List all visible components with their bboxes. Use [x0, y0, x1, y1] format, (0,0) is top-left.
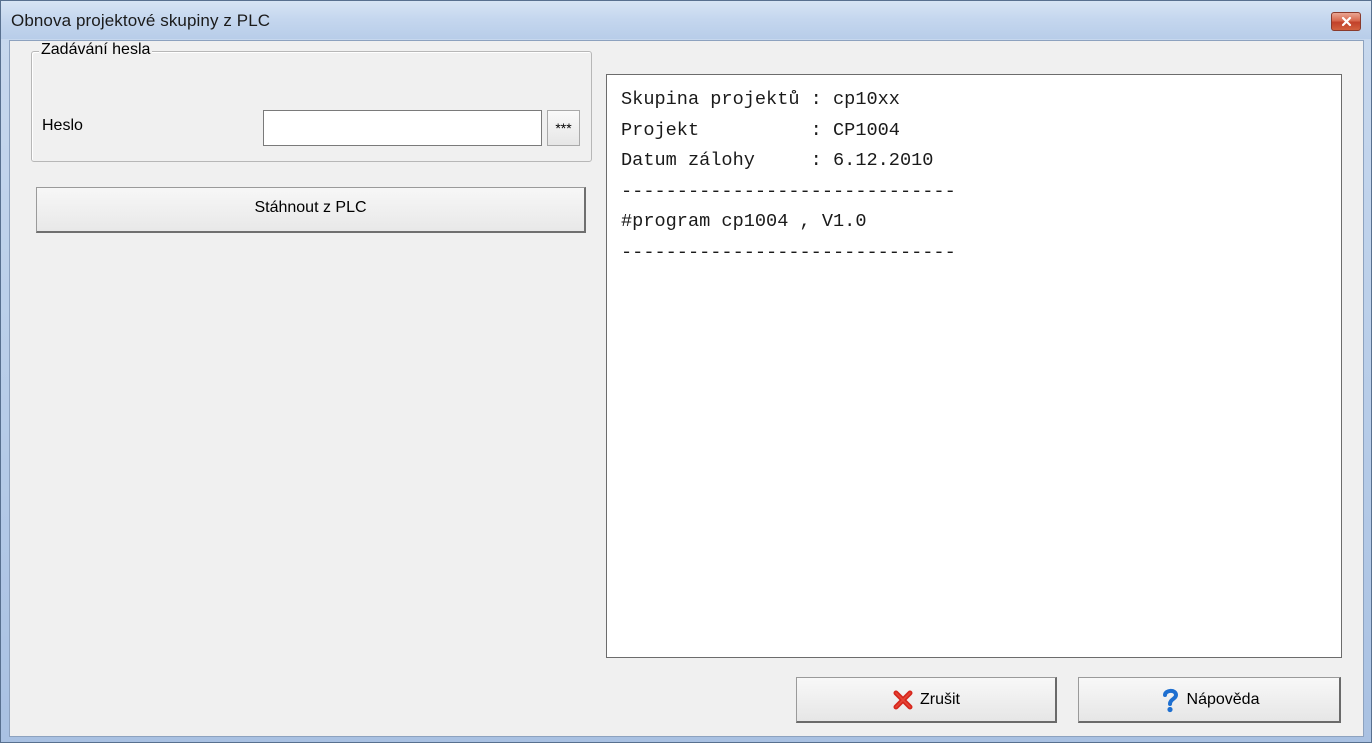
info-line-project: Projekt : CP1004: [621, 119, 900, 141]
help-button-label: Nápověda: [1186, 690, 1260, 708]
password-group-legend: Zadávání hesla: [39, 41, 153, 59]
show-password-button[interactable]: ***: [547, 110, 580, 146]
download-from-plc-button[interactable]: Stáhnout z PLC: [36, 187, 586, 233]
info-line-group: Skupina projektů : cp10xx: [621, 89, 900, 110]
cancel-button-label: Zrušit: [920, 690, 960, 708]
title-bar[interactable]: Obnova projektové skupiny z PLC: [1, 1, 1371, 39]
info-separator: ------------------------------: [621, 180, 956, 202]
password-input[interactable]: [263, 110, 542, 146]
close-icon: [1341, 16, 1351, 27]
project-info-panel: Skupina projektů : cp10xx Projekt : CP10…: [606, 74, 1342, 658]
info-line-backup-date: Datum zálohy : 6.12.2010: [621, 150, 934, 171]
cancel-button[interactable]: Zrušit: [796, 677, 1057, 723]
window-title: Obnova projektové skupiny z PLC: [11, 11, 271, 30]
info-separator: ------------------------------: [621, 241, 956, 263]
password-label: Heslo: [42, 117, 83, 134]
red-x-icon: [892, 689, 914, 711]
question-mark-icon: [1159, 687, 1181, 713]
info-line-program: #program cp1004 , V1.0: [621, 211, 867, 232]
close-button[interactable]: [1331, 12, 1361, 31]
help-button[interactable]: Nápověda: [1078, 677, 1341, 723]
